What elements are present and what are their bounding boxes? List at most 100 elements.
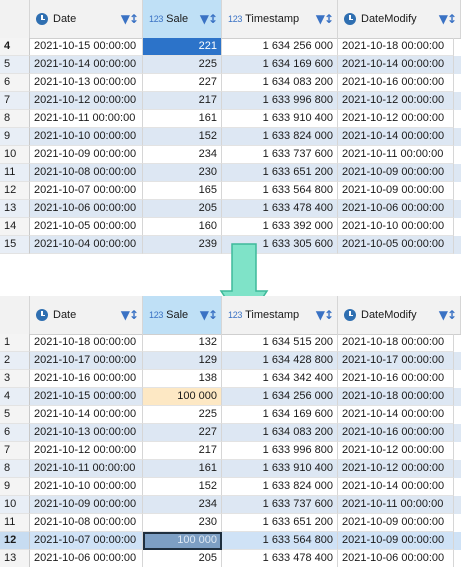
cell-datemodify[interactable]: 2021-10-14 00:00:00 — [338, 478, 454, 496]
filter-sort-icon[interactable]: ▼↕ — [316, 308, 334, 322]
cell-datemodify[interactable]: 2021-10-09 00:00:00 — [338, 164, 454, 182]
cell-timestamp[interactable]: 1 633 564 800 — [222, 182, 338, 200]
table-row[interactable]: 4 2021-10-15 00:00:00 221 1 634 256 000 2021… — [0, 38, 461, 56]
filter-sort-icon[interactable]: ▼↕ — [121, 308, 139, 322]
filter-sort-icon[interactable]: ▼↕ — [121, 12, 139, 26]
table-row[interactable]: 13 2021-10-06 00:00:00 205 1 633 478 400 202… — [0, 200, 461, 218]
cell-datemodify[interactable]: 2021-10-18 00:00:00 — [338, 334, 454, 352]
cell-date[interactable]: 2021-10-10 00:00:00 — [30, 128, 143, 146]
row-number[interactable]: 14 — [0, 218, 30, 236]
cell-datemodify[interactable]: 2021-10-18 00:00:00 — [338, 38, 454, 56]
cell-sale[interactable]: 152 — [143, 128, 222, 146]
cell-timestamp[interactable]: 1 633 392 000 — [222, 218, 338, 236]
cell-date[interactable]: 2021-10-11 00:00:00 — [30, 110, 143, 128]
cell-timestamp[interactable]: 1 633 824 000 — [222, 128, 338, 146]
column-header-datemodify[interactable]: DateModify ▼↕ — [338, 0, 461, 38]
cell-sale[interactable]: 230 — [143, 164, 222, 182]
cell-date[interactable]: 2021-10-11 00:00:00 — [30, 460, 143, 478]
row-number[interactable]: 9 — [0, 128, 30, 146]
table-row[interactable]: 6 2021-10-13 00:00:00 227 1 634 083 200 2021… — [0, 74, 461, 92]
filter-sort-icon[interactable]: ▼↕ — [316, 12, 334, 26]
table-row[interactable]: 7 2021-10-12 00:00:00 217 1 633 996 800 2021… — [0, 442, 461, 460]
row-number[interactable]: 11 — [0, 164, 30, 182]
cell-date[interactable]: 2021-10-07 00:00:00 — [30, 532, 143, 550]
row-number[interactable]: 15 — [0, 236, 30, 254]
row-number[interactable]: 6 — [0, 74, 30, 92]
cell-date[interactable]: 2021-10-04 00:00:00 — [30, 236, 143, 254]
cell-datemodify[interactable]: 2021-10-12 00:00:00 — [338, 460, 454, 478]
cell-date[interactable]: 2021-10-18 00:00:00 — [30, 334, 143, 352]
column-header-sale[interactable]: 123 Sale ▼↕ — [143, 296, 222, 334]
cell-sale[interactable]: 100 000 — [143, 532, 222, 550]
table-row[interactable]: 10 2021-10-09 00:00:00 234 1 633 737 600 202… — [0, 496, 461, 514]
cell-datemodify[interactable]: 2021-10-18 00:00:00 — [338, 388, 454, 406]
row-number[interactable]: 11 — [0, 514, 30, 532]
row-number[interactable]: 8 — [0, 110, 30, 128]
row-number[interactable]: 7 — [0, 442, 30, 460]
cell-sale[interactable]: 234 — [143, 146, 222, 164]
cell-sale[interactable]: 225 — [143, 56, 222, 74]
row-number[interactable]: 5 — [0, 406, 30, 424]
cell-sale[interactable]: 225 — [143, 406, 222, 424]
cell-timestamp[interactable]: 1 633 651 200 — [222, 514, 338, 532]
cell-timestamp[interactable]: 1 634 256 000 — [222, 38, 338, 56]
cell-sale[interactable]: 100 000 — [143, 388, 222, 406]
cell-datemodify[interactable]: 2021-10-12 00:00:00 — [338, 92, 454, 110]
cell-sale[interactable]: 205 — [143, 550, 222, 567]
cell-timestamp[interactable]: 1 633 564 800 — [222, 532, 338, 550]
cell-datemodify[interactable]: 2021-10-16 00:00:00 — [338, 74, 454, 92]
column-header-date[interactable]: Date ▼↕ — [30, 296, 143, 334]
cell-sale[interactable]: 132 — [143, 334, 222, 352]
row-number[interactable]: 13 — [0, 200, 30, 218]
cell-sale[interactable]: 217 — [143, 92, 222, 110]
filter-sort-icon[interactable]: ▼↕ — [439, 12, 457, 26]
row-number[interactable]: 10 — [0, 496, 30, 514]
cell-datemodify[interactable]: 2021-10-14 00:00:00 — [338, 128, 454, 146]
cell-date[interactable]: 2021-10-13 00:00:00 — [30, 74, 143, 92]
row-number[interactable]: 2 — [0, 352, 30, 370]
cell-timestamp[interactable]: 1 634 169 600 — [222, 56, 338, 74]
cell-timestamp[interactable]: 1 634 515 200 — [222, 334, 338, 352]
cell-timestamp[interactable]: 1 634 342 400 — [222, 370, 338, 388]
cell-sale[interactable]: 217 — [143, 442, 222, 460]
cell-datemodify[interactable]: 2021-10-14 00:00:00 — [338, 406, 454, 424]
table-row[interactable]: 12 2021-10-07 00:00:00 100 000 1 633 564 80… — [0, 532, 461, 550]
cell-date[interactable]: 2021-10-13 00:00:00 — [30, 424, 143, 442]
table-row[interactable]: 14 2021-10-05 00:00:00 160 1 633 392 000 202… — [0, 218, 461, 236]
cell-date[interactable]: 2021-10-05 00:00:00 — [30, 218, 143, 236]
row-number[interactable]: 8 — [0, 460, 30, 478]
cell-datemodify[interactable]: 2021-10-11 00:00:00 — [338, 146, 454, 164]
cell-timestamp[interactable]: 1 633 478 400 — [222, 200, 338, 218]
cell-sale[interactable]: 129 — [143, 352, 222, 370]
cell-timestamp[interactable]: 1 634 256 000 — [222, 388, 338, 406]
table-row[interactable]: 6 2021-10-13 00:00:00 227 1 634 083 200 2021… — [0, 424, 461, 442]
cell-sale[interactable]: 161 — [143, 110, 222, 128]
column-header-datemodify[interactable]: DateModify ▼↕ — [338, 296, 461, 334]
cell-datemodify[interactable]: 2021-10-09 00:00:00 — [338, 514, 454, 532]
row-number[interactable]: 1 — [0, 334, 30, 352]
cell-datemodify[interactable]: 2021-10-17 00:00:00 — [338, 352, 454, 370]
filter-sort-icon[interactable]: ▼↕ — [200, 12, 218, 26]
table-row[interactable]: 7 2021-10-12 00:00:00 217 1 633 996 800 2021… — [0, 92, 461, 110]
cell-date[interactable]: 2021-10-15 00:00:00 — [30, 38, 143, 56]
cell-date[interactable]: 2021-10-12 00:00:00 — [30, 92, 143, 110]
cell-timestamp[interactable]: 1 633 910 400 — [222, 110, 338, 128]
cell-sale[interactable]: 227 — [143, 74, 222, 92]
table-row[interactable]: 2 2021-10-17 00:00:00 129 1 634 428 800 2021… — [0, 352, 461, 370]
cell-datemodify[interactable]: 2021-10-05 00:00:00 — [338, 236, 454, 254]
table-row[interactable]: 5 2021-10-14 00:00:00 225 1 634 169 600 2021… — [0, 56, 461, 74]
cell-sale[interactable]: 138 — [143, 370, 222, 388]
cell-sale[interactable]: 230 — [143, 514, 222, 532]
cell-timestamp[interactable]: 1 633 996 800 — [222, 442, 338, 460]
column-header-timestamp[interactable]: 123 Timestamp ▼↕ — [222, 0, 338, 38]
row-number[interactable]: 4 — [0, 38, 30, 56]
row-number[interactable]: 12 — [0, 182, 30, 200]
filter-sort-icon[interactable]: ▼↕ — [439, 308, 457, 322]
row-number[interactable]: 13 — [0, 550, 30, 567]
cell-date[interactable]: 2021-10-08 00:00:00 — [30, 514, 143, 532]
table-row[interactable]: 4 2021-10-15 00:00:00 100 000 1 634 256 000… — [0, 388, 461, 406]
column-header-timestamp[interactable]: 123 Timestamp ▼↕ — [222, 296, 338, 334]
table-row[interactable]: 1 2021-10-18 00:00:00 132 1 634 515 200 2021… — [0, 334, 461, 352]
cell-sale[interactable]: 152 — [143, 478, 222, 496]
table-row[interactable]: 10 2021-10-09 00:00:00 234 1 633 737 600 202… — [0, 146, 461, 164]
